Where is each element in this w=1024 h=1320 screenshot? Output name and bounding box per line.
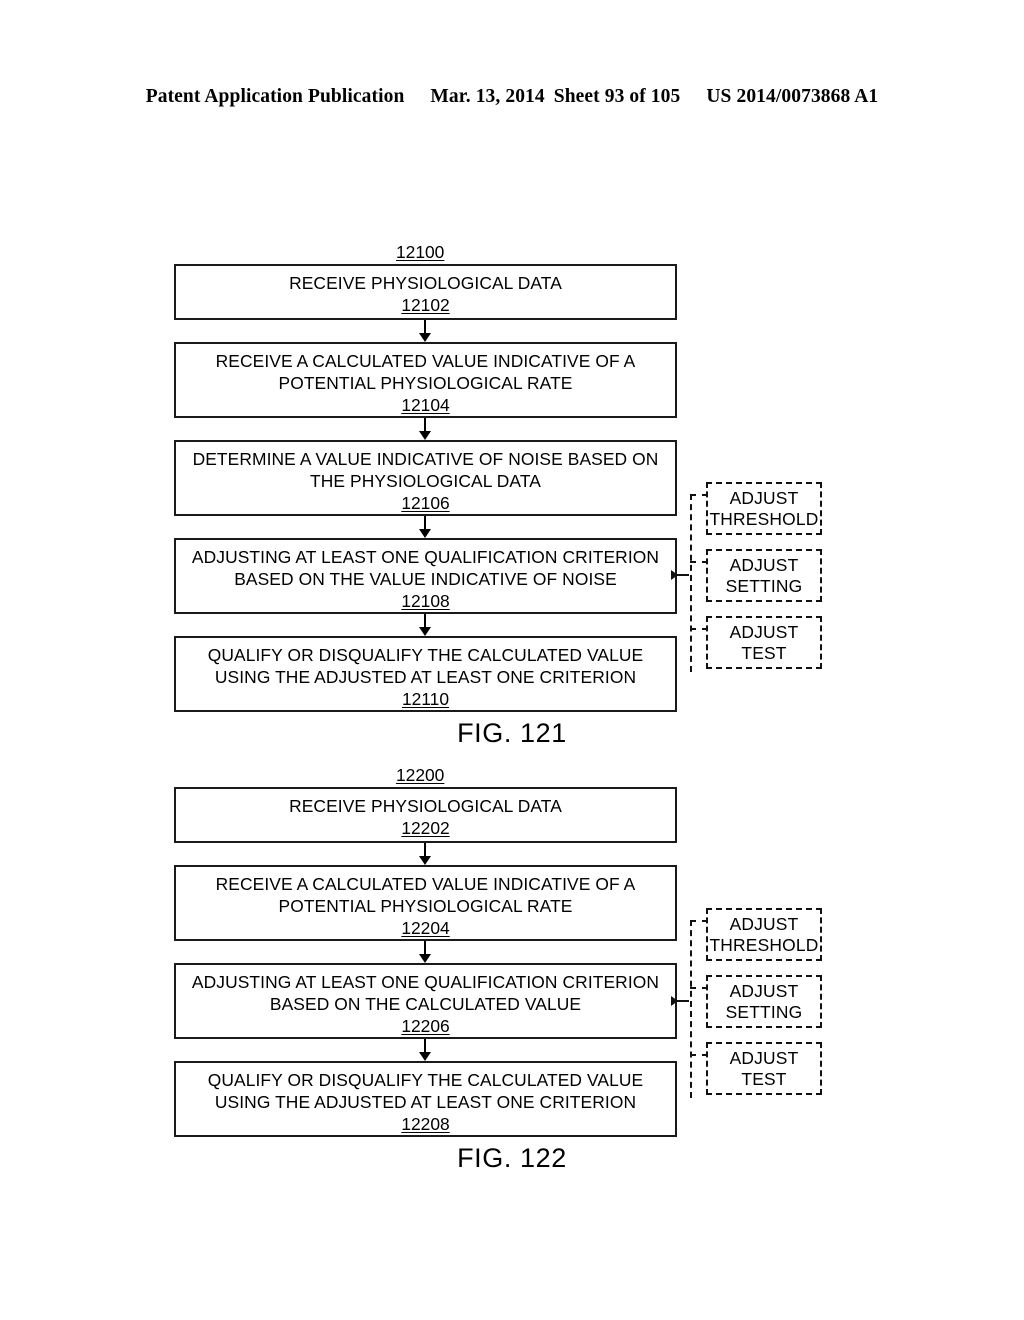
step-text-line: QUALIFY OR DISQUALIFY THE CALCULATED VAL… [207,1070,644,1090]
figure-122-caption: FIG. 122 [457,1143,567,1173]
option-branch-arrow-line [677,1000,689,1003]
step-text-line: THE PHYSIOLOGICAL DATA [310,471,541,491]
step-text-line: BASED ON THE VALUE INDICATIVE OF NOISE [234,569,617,589]
figure-121-caption: FIG. 121 [457,718,567,748]
step-reference: 12108 [401,591,450,611]
step-text-line: RECEIVE PHYSIOLOGICAL DATA [289,796,562,816]
step-text-line: DETERMINE A VALUE INDICATIVE OF NOISE BA… [192,449,659,469]
flow-step-12110: QUALIFY OR DISQUALIFY THE CALCULATED VAL… [174,636,677,712]
header-date: Mar. 13, 2014 [430,86,545,107]
option-text-line: ADJUST [729,621,799,642]
step-text-line: USING THE ADJUSTED AT LEAST ONE CRITERIO… [214,1092,637,1112]
option-adjust-setting[interactable]: ADJUST SETTING [706,549,822,602]
step-text-line: ADJUSTING AT LEAST ONE QUALIFICATION CRI… [191,547,660,567]
option-adjust-setting[interactable]: ADJUST SETTING [706,975,822,1028]
option-adjust-test[interactable]: ADJUST TEST [706,616,822,669]
flow-step-12108: ADJUSTING AT LEAST ONE QUALIFICATION CRI… [174,538,677,614]
option-branch-arrow-head [671,996,678,1006]
connector-arrow [418,843,432,865]
header-patent-number: US 2014/0073868 A1 [706,86,879,107]
option-text-line: ADJUST [729,487,799,508]
step-text-line: RECEIVE A CALCULATED VALUE INDICATIVE OF… [215,351,636,371]
connector-arrow [418,941,432,963]
page-header: Patent Application Publication Mar. 13, 2… [0,86,1024,108]
flow-step-12104: RECEIVE A CALCULATED VALUE INDICATIVE OF… [174,342,677,418]
flow-step-12202: RECEIVE PHYSIOLOGICAL DATA 12202 [174,787,677,843]
step-text-line: QUALIFY OR DISQUALIFY THE CALCULATED VAL… [207,645,644,665]
step-text-line: ADJUSTING AT LEAST ONE QUALIFICATION CRI… [191,972,660,992]
figure-122: 12200 RECEIVE PHYSIOLOGICAL DATA 12202 R… [0,760,1024,1173]
option-adjust-threshold[interactable]: ADJUST THRESHOLD [706,908,822,961]
step-reference: 12206 [401,1016,450,1036]
figure-121-top-reference: 12100 [396,242,445,262]
header-sheet: Sheet 93 of 105 [553,86,681,107]
flow-step-12208: QUALIFY OR DISQUALIFY THE CALCULATED VAL… [174,1061,677,1137]
option-text-line: THRESHOLD [709,508,819,529]
step-reference: 12106 [401,493,450,513]
option-text-line: ADJUST [729,554,799,575]
flow-step-12204: RECEIVE A CALCULATED VALUE INDICATIVE OF… [174,865,677,941]
connector-arrow [418,1039,432,1061]
connector-arrow [418,320,432,342]
option-bus-line [690,494,692,672]
option-text-line: ADJUST [729,1047,799,1068]
connector-arrow [418,614,432,636]
step-reference: 12202 [401,818,450,838]
option-text-line: TEST [741,1068,787,1089]
option-text-line: TEST [741,642,787,663]
option-text-line: THRESHOLD [709,934,819,955]
step-text-line: RECEIVE A CALCULATED VALUE INDICATIVE OF… [215,874,636,894]
option-adjust-test[interactable]: ADJUST TEST [706,1042,822,1095]
connector-arrow [418,418,432,440]
step-reference: 12104 [401,395,450,415]
flow-step-12102: RECEIVE PHYSIOLOGICAL DATA 12102 [174,264,677,320]
step-text-line: POTENTIAL PHYSIOLOGICAL RATE [278,373,573,393]
option-text-line: ADJUST [729,980,799,1001]
step-text-line: BASED ON THE CALCULATED VALUE [269,994,582,1014]
step-reference: 12110 [401,689,450,709]
option-branch-arrow-line [677,574,689,577]
figure-122-top-reference: 12200 [396,765,445,785]
step-reference: 12204 [401,918,450,938]
option-adjust-threshold[interactable]: ADJUST THRESHOLD [706,482,822,535]
step-reference: 12102 [401,295,450,315]
step-text-line: RECEIVE PHYSIOLOGICAL DATA [289,273,562,293]
step-text-line: POTENTIAL PHYSIOLOGICAL RATE [278,896,573,916]
flow-step-12106: DETERMINE A VALUE INDICATIVE OF NOISE BA… [174,440,677,516]
step-reference: 12208 [401,1114,450,1134]
option-bus-line [690,920,692,1098]
option-text-line: SETTING [725,1001,803,1022]
option-text-line: SETTING [725,575,803,596]
figure-121: 12100 RECEIVE PHYSIOLOGICAL DATA 12102 R… [0,236,1024,756]
header-publication: Patent Application Publication [145,86,405,107]
step-text-line: USING THE ADJUSTED AT LEAST ONE CRITERIO… [214,667,637,687]
flow-step-12206: ADJUSTING AT LEAST ONE QUALIFICATION CRI… [174,963,677,1039]
option-text-line: ADJUST [729,913,799,934]
connector-arrow [418,516,432,538]
option-branch-arrow-head [671,570,678,580]
